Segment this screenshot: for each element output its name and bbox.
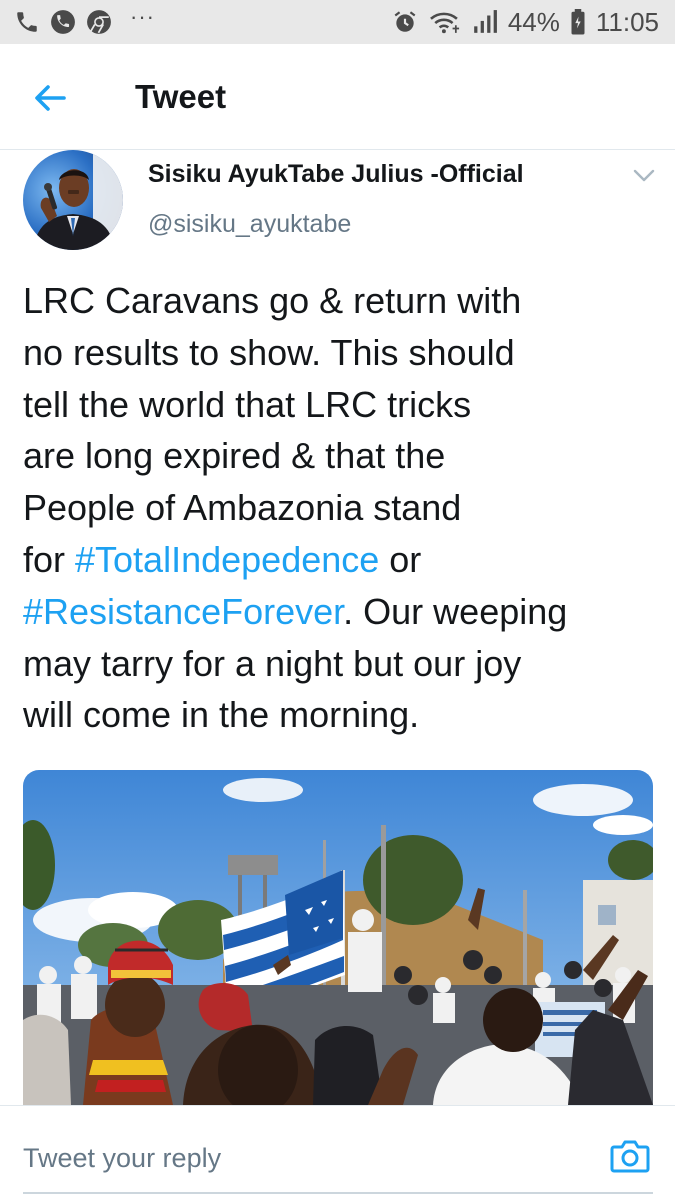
chevron-down-icon (633, 169, 655, 182)
author-name[interactable]: Sisiku AyukTabe Julius -Official (148, 160, 524, 189)
clock: 11:05 (595, 6, 659, 37)
wifi-icon (428, 9, 462, 35)
author-handle[interactable]: @sisiku_ayuktabe (148, 210, 351, 239)
tweet-options-button[interactable] (628, 162, 660, 190)
tweet-line: are long expired & that the (23, 435, 446, 477)
alarm-icon (392, 9, 418, 35)
back-arrow-icon (35, 85, 66, 111)
reply-input-underline (23, 1192, 653, 1194)
status-bar: ··· 44% 11:05 (0, 0, 675, 44)
tweet-media-photo[interactable] (23, 770, 653, 1105)
reply-bar (0, 1105, 675, 1200)
camera-icon (610, 1140, 650, 1173)
tweet-text-fragment: . Our weeping (343, 590, 568, 632)
battery-icon (570, 9, 586, 35)
tweet-line: will come in the morning. (23, 694, 420, 736)
more-dots-icon: ··· (130, 4, 155, 29)
hashtag-link-resistanceforever[interactable]: #ResistanceForever (23, 591, 343, 632)
reply-input[interactable] (23, 1138, 583, 1178)
tweet-line: People of Ambazonia stand (23, 487, 462, 529)
tweet-line: #ResistanceForever. Our weeping (23, 586, 653, 638)
hashtag-link-totalindepedence[interactable]: #TotalIndepedence (75, 539, 379, 580)
phone-call-icon (50, 9, 76, 35)
tweet-line: for #TotalIndepedence or (23, 534, 653, 586)
tweet-text: LRC Caravans go & return with no results… (23, 275, 653, 741)
tweet-line: no results to show. This should (23, 331, 515, 373)
status-bar-right: 44% 11:05 (392, 7, 659, 38)
back-button[interactable] (28, 78, 72, 118)
tweet-line: LRC Caravans go & return with (23, 280, 522, 321)
signal-icon (472, 9, 498, 35)
tweet-line: may tarry for a night but our joy (23, 642, 522, 684)
phone-icon (14, 9, 40, 35)
chrome-icon (86, 9, 112, 35)
page-title: Tweet (135, 78, 227, 115)
tweet-text-fragment: for (23, 538, 76, 580)
app-header: Tweet (0, 44, 675, 150)
avatar[interactable] (23, 150, 123, 250)
add-photo-button[interactable] (607, 1134, 653, 1178)
battery-percent: 44% (507, 6, 560, 37)
tweet-line: tell the world that LRC tricks (23, 383, 472, 425)
status-bar-left: ··· (14, 4, 155, 35)
tweet-text-fragment: or (379, 538, 422, 580)
